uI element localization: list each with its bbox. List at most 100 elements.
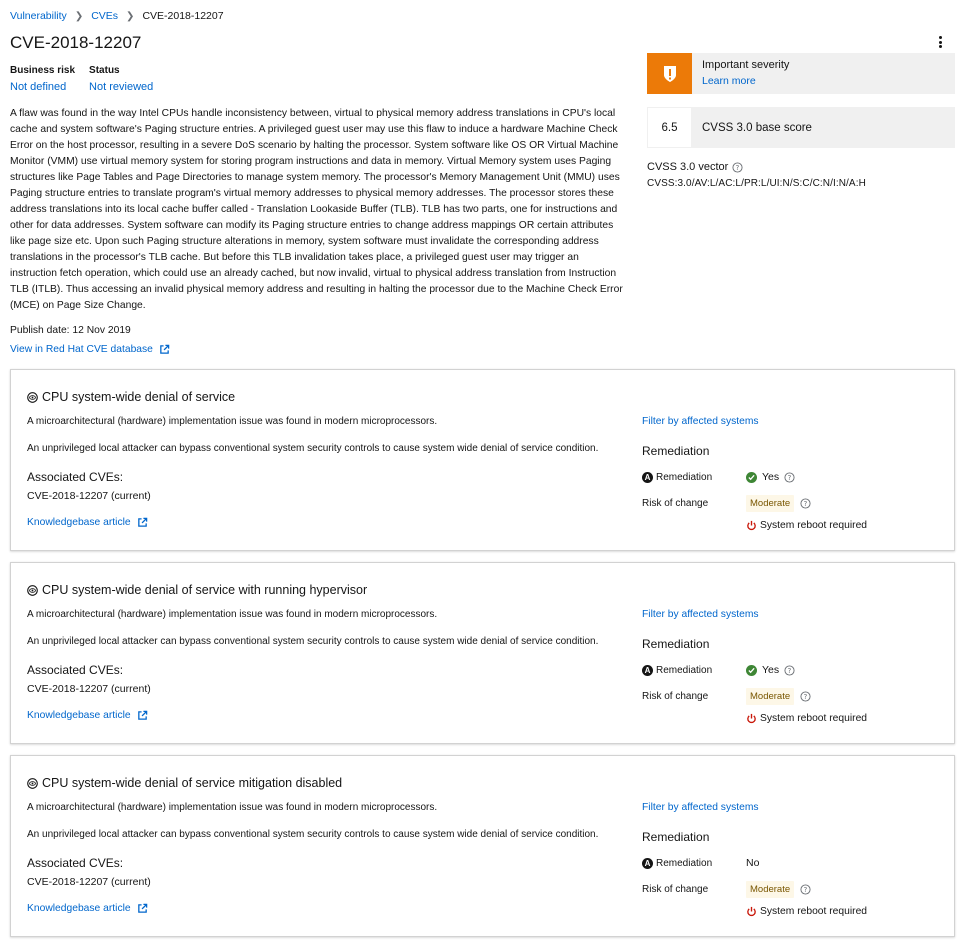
filter-affected-systems-link[interactable]: Filter by affected systems	[642, 802, 759, 813]
learn-more-link[interactable]: Learn more	[702, 75, 756, 87]
cvss-vector-label: CVSS 3.0 vector	[647, 161, 729, 173]
remediation-value: Yes	[762, 664, 780, 676]
risk-of-change-row: Risk of change Moderate ?	[642, 495, 811, 512]
knowledgebase-label: Knowledgebase article	[27, 710, 131, 721]
rule-title-text: CPU system-wide denial of service mitiga…	[42, 776, 343, 790]
help-icon[interactable]: ?	[800, 884, 811, 895]
rule-card: CPU system-wide denial of service with r…	[10, 562, 955, 744]
cvss-vector-heading: CVSS 3.0 vector ?	[647, 161, 743, 173]
description-line: (MCE) on Page Size Change.	[10, 300, 146, 311]
reboot-required-text: System reboot required	[760, 713, 868, 724]
description-line: Error on the host processor, resulting i…	[10, 140, 619, 151]
severity-title: Important severity	[702, 59, 790, 71]
description-line: TLB (ITLB). Thus accessing an invalid ph…	[10, 284, 623, 295]
description-line: structures like Page Tables and Page Dir…	[10, 172, 620, 183]
risk-of-change-row: Risk of change Moderate ?	[642, 688, 811, 705]
reboot-required: System reboot required	[746, 520, 867, 531]
help-icon[interactable]: ?	[732, 161, 743, 173]
remediation-heading: Remediation	[642, 637, 710, 651]
help-icon[interactable]: ?	[800, 498, 811, 509]
rule-title: CPU system-wide denial of service mitiga…	[27, 776, 342, 790]
power-icon	[747, 520, 756, 531]
rule-card: CPU system-wide denial of service A micr…	[10, 369, 955, 551]
redhat-cve-database-link[interactable]: View in Red Hat CVE database	[10, 344, 170, 355]
remediation-row: A Remediation No	[642, 857, 759, 869]
external-link-icon	[137, 517, 147, 527]
rule-detail: An unprivileged local attacker can bypas…	[27, 443, 599, 454]
remediation-row: A Remediation Yes ?	[642, 664, 795, 676]
description-line: instruction fetch operation, which could…	[10, 268, 617, 279]
help-icon[interactable]: ?	[784, 471, 795, 483]
business-risk-label: Business risk	[10, 65, 76, 76]
cvss-score-card: 6.5 CVSS 3.0 base score	[647, 107, 955, 148]
rule-detail: An unprivileged local attacker can bypas…	[27, 829, 599, 840]
reboot-required-text: System reboot required	[760, 906, 868, 917]
remediation-label: Remediation	[656, 857, 713, 869]
severity-card: Important severity Learn more	[647, 53, 955, 94]
rule-card: CPU system-wide denial of service mitiga…	[10, 755, 955, 937]
risk-badge: Moderate	[746, 495, 795, 512]
external-link-icon	[137, 903, 147, 913]
risk-badge: Moderate	[746, 881, 795, 898]
reboot-required: System reboot required	[746, 906, 867, 917]
description-line: A flaw was found in the way Intel CPUs h…	[10, 108, 616, 119]
description-line: cache and system software's Paging struc…	[10, 124, 618, 135]
associated-cves-value: CVE-2018-12207 (current)	[27, 876, 151, 888]
svg-text:?: ?	[788, 666, 792, 674]
remediation-row: A Remediation Yes ?	[642, 471, 795, 483]
help-icon[interactable]: ?	[784, 664, 795, 676]
description-line: Paging structure entries to translate pr…	[10, 188, 614, 199]
associated-cves-value: CVE-2018-12207 (current)	[27, 490, 151, 502]
risk-badge: Moderate	[746, 688, 795, 705]
rule-title: CPU system-wide denial of service	[27, 390, 235, 404]
knowledgebase-link[interactable]: Knowledgebase article	[27, 903, 148, 914]
rule-summary: A microarchitectural (hardware) implemen…	[27, 416, 438, 427]
rule-detail: An unprivileged local attacker can bypas…	[27, 636, 599, 647]
external-link-icon	[137, 710, 147, 720]
reboot-required-text: System reboot required	[760, 520, 868, 531]
remediation-label: Remediation	[656, 664, 713, 676]
knowledgebase-label: Knowledgebase article	[27, 517, 131, 528]
publish-date: Publish date: 12 Nov 2019	[10, 325, 131, 336]
status: Status Not reviewed	[89, 65, 153, 93]
chevron-right-icon: ❯	[74, 10, 84, 22]
rule-summary: A microarchitectural (hardware) implemen…	[27, 609, 438, 620]
description-line: translations in the processor's TLB cach…	[10, 252, 579, 263]
severity-badge	[647, 53, 692, 94]
rule-summary: A microarchitectural (hardware) implemen…	[27, 802, 438, 813]
description-line: address translations into its local cach…	[10, 204, 618, 215]
svg-text:?: ?	[736, 163, 740, 171]
breadcrumb-vulnerability[interactable]: Vulnerability	[10, 10, 67, 22]
knowledgebase-link[interactable]: Knowledgebase article	[27, 710, 148, 721]
filter-affected-systems-link[interactable]: Filter by affected systems	[642, 416, 759, 427]
svg-text:?: ?	[804, 500, 808, 508]
ansible-icon: A	[642, 664, 653, 676]
page-title: CVE-2018-12207	[10, 33, 142, 52]
svg-text:?: ?	[788, 473, 792, 481]
knowledgebase-link[interactable]: Knowledgebase article	[27, 517, 148, 528]
business-risk-value[interactable]: Not defined	[10, 81, 66, 93]
associated-cves-label: Associated CVEs:	[27, 470, 124, 484]
risk-of-change-row: Risk of change Moderate ?	[642, 881, 811, 898]
risk-of-change-label: Risk of change	[642, 498, 709, 509]
kebab-menu-icon[interactable]	[934, 35, 946, 49]
breadcrumb-cves[interactable]: CVEs	[91, 10, 118, 22]
filter-affected-systems-link[interactable]: Filter by affected systems	[642, 609, 759, 620]
cvss-vector-value: CVSS:3.0/AV:L/AC:L/PR:L/UI:N/S:C/C:N/I:N…	[647, 178, 866, 189]
svg-text:?: ?	[804, 693, 808, 701]
remediation-value: Yes	[762, 471, 780, 483]
power-icon	[747, 713, 756, 724]
rule-eye-icon	[27, 777, 38, 789]
breadcrumb-current: CVE-2018-12207	[142, 10, 224, 22]
status-value[interactable]: Not reviewed	[89, 81, 153, 93]
rule-title-text: CPU system-wide denial of service	[42, 390, 236, 404]
svg-text:?: ?	[804, 886, 808, 894]
rule-eye-icon	[27, 391, 38, 403]
associated-cves-label: Associated CVEs:	[27, 856, 124, 870]
help-icon[interactable]: ?	[800, 691, 811, 702]
associated-cves-value: CVE-2018-12207 (current)	[27, 683, 151, 695]
remediation-heading: Remediation	[642, 444, 710, 458]
remediation-label: Remediation	[656, 471, 713, 483]
ansible-icon: A	[642, 857, 653, 869]
description-line: Monitor (VMM) use virtual memory system …	[10, 156, 612, 167]
